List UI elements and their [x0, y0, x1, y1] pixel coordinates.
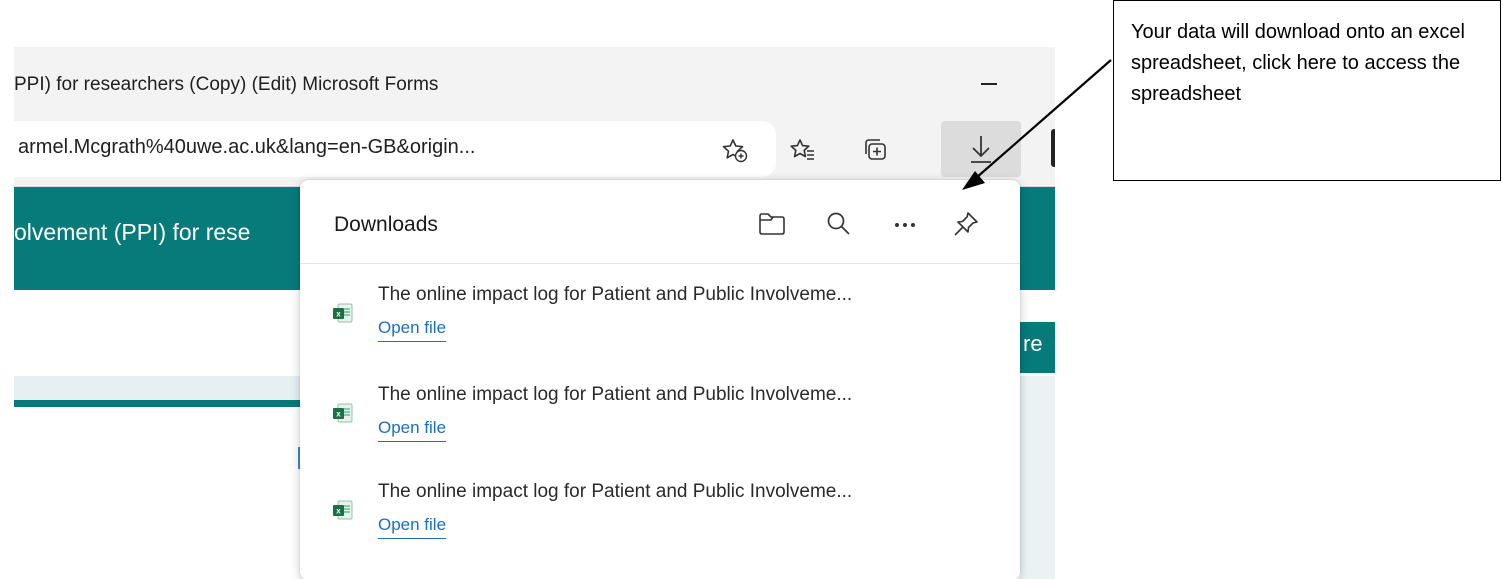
svg-text:x: x	[336, 310, 341, 319]
pin-icon[interactable]	[948, 206, 984, 242]
excel-file-icon: x	[333, 303, 353, 323]
search-icon[interactable]	[821, 206, 857, 242]
download-file-name: The online impact log for Patient and Pu…	[378, 481, 853, 502]
excel-file-icon: x	[333, 500, 353, 520]
open-file-link[interactable]: Open file	[378, 318, 447, 342]
open-file-link[interactable]: Open file	[378, 418, 447, 442]
svg-text:x: x	[336, 507, 341, 516]
collections-icon[interactable]	[853, 127, 899, 173]
favorites-icon[interactable]	[780, 127, 826, 173]
address-bar[interactable]: armel.Mcgrath%40uwe.ac.uk&lang=en-GB&ori…	[14, 121, 776, 177]
downloads-title: Downloads	[334, 213, 438, 236]
downloads-panel: Downloads x The online impact log for Pa…	[300, 180, 1020, 579]
window-title: PPI) for researchers (Copy) (Edit) Micro…	[14, 74, 439, 95]
download-item[interactable]: x The online impact log for Patient and …	[300, 284, 1020, 374]
more-icon[interactable]	[887, 206, 923, 242]
download-item[interactable]: x The online impact log for Patient and …	[300, 384, 1020, 474]
address-text: armel.Mcgrath%40uwe.ac.uk&lang=en-GB&ori…	[18, 136, 476, 158]
svg-text:x: x	[336, 410, 341, 419]
download-file-name: The online impact log for Patient and Pu…	[378, 284, 853, 305]
download-file-name: The online impact log for Patient and Pu…	[378, 384, 853, 405]
annotation-callout: Your data will download onto an excel sp…	[1113, 0, 1501, 181]
title-bar: PPI) for researchers (Copy) (Edit) Micro…	[14, 47, 1055, 121]
forms-share-label: re	[1023, 331, 1043, 356]
callout-text: Your data will download onto an excel sp…	[1131, 21, 1465, 105]
excel-file-icon: x	[333, 403, 353, 423]
minimize-button[interactable]	[969, 69, 1009, 99]
download-item[interactable]: x The online impact log for Patient and …	[300, 481, 1020, 571]
folder-icon[interactable]	[754, 206, 790, 242]
form-title: olvement (PPI) for rese	[14, 219, 251, 245]
profile-avatar-edge[interactable]	[1051, 129, 1055, 167]
forms-side-panel	[1020, 376, 1055, 579]
download-icon[interactable]	[941, 121, 1021, 177]
panel-divider	[300, 263, 1020, 264]
add-favorite-icon[interactable]	[712, 127, 758, 173]
browser-toolbar: armel.Mcgrath%40uwe.ac.uk&lang=en-GB&ori…	[14, 121, 1055, 181]
open-file-link[interactable]: Open file	[378, 515, 447, 539]
